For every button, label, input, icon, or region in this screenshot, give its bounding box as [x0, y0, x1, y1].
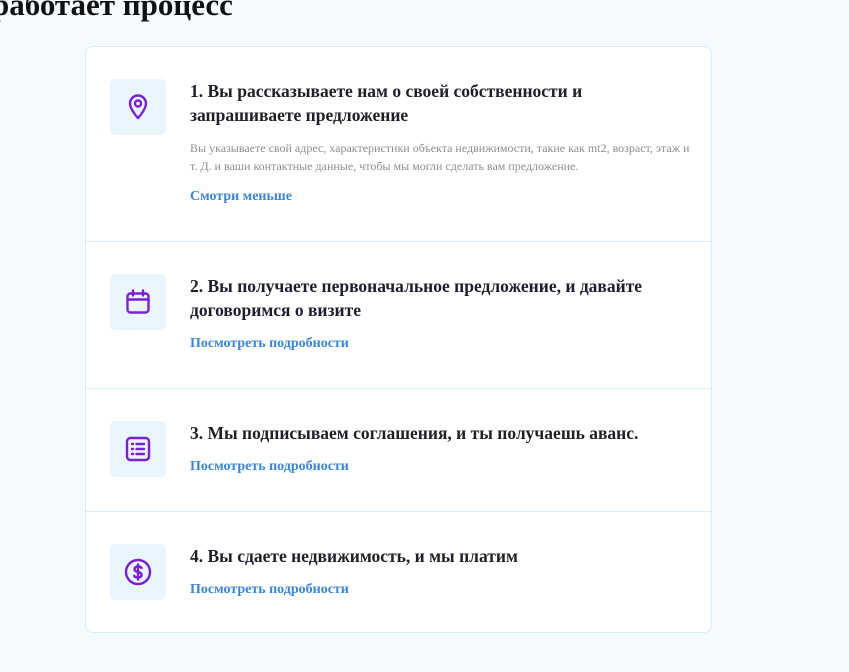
step-icon-box	[110, 274, 166, 330]
step-title: 4. Вы сдаете недвижимость, и мы платим	[190, 546, 518, 566]
see-less-link[interactable]: Смотри меньше	[190, 189, 292, 205]
view-details-link[interactable]: Посмотреть подробности	[190, 582, 349, 598]
process-steps-card: 1. Вы рассказываете нам о своей собствен…	[85, 46, 712, 633]
step-item: 3. Мы подписываем соглашения, и ты получ…	[86, 389, 711, 512]
step-title: 2. Вы получаете первоначальное предложен…	[190, 276, 643, 320]
view-details-link[interactable]: Посмотреть подробности	[190, 336, 349, 352]
location-pin-icon	[128, 94, 148, 120]
page-title: работает процесс	[0, 0, 233, 22]
step-description: Вы указываете свой адрес, характеристики…	[190, 141, 690, 173]
step-item: 4. Вы сдаете недвижимость, и мы платим П…	[86, 512, 711, 632]
step-icon-box	[110, 79, 166, 135]
dollar-coin-icon	[124, 558, 152, 586]
step-title: 1. Вы рассказываете нам о своей собствен…	[190, 81, 583, 125]
step-icon-box	[110, 421, 166, 477]
list-icon	[125, 436, 151, 462]
step-title: 3. Мы подписываем соглашения, и ты получ…	[190, 423, 639, 443]
step-item: 1. Вы рассказываете нам о своей собствен…	[86, 47, 711, 242]
step-icon-box	[110, 544, 166, 600]
step-item: 2. Вы получаете первоначальное предложен…	[86, 242, 711, 389]
view-details-link[interactable]: Посмотреть подробности	[190, 459, 349, 475]
calendar-icon	[126, 289, 150, 314]
